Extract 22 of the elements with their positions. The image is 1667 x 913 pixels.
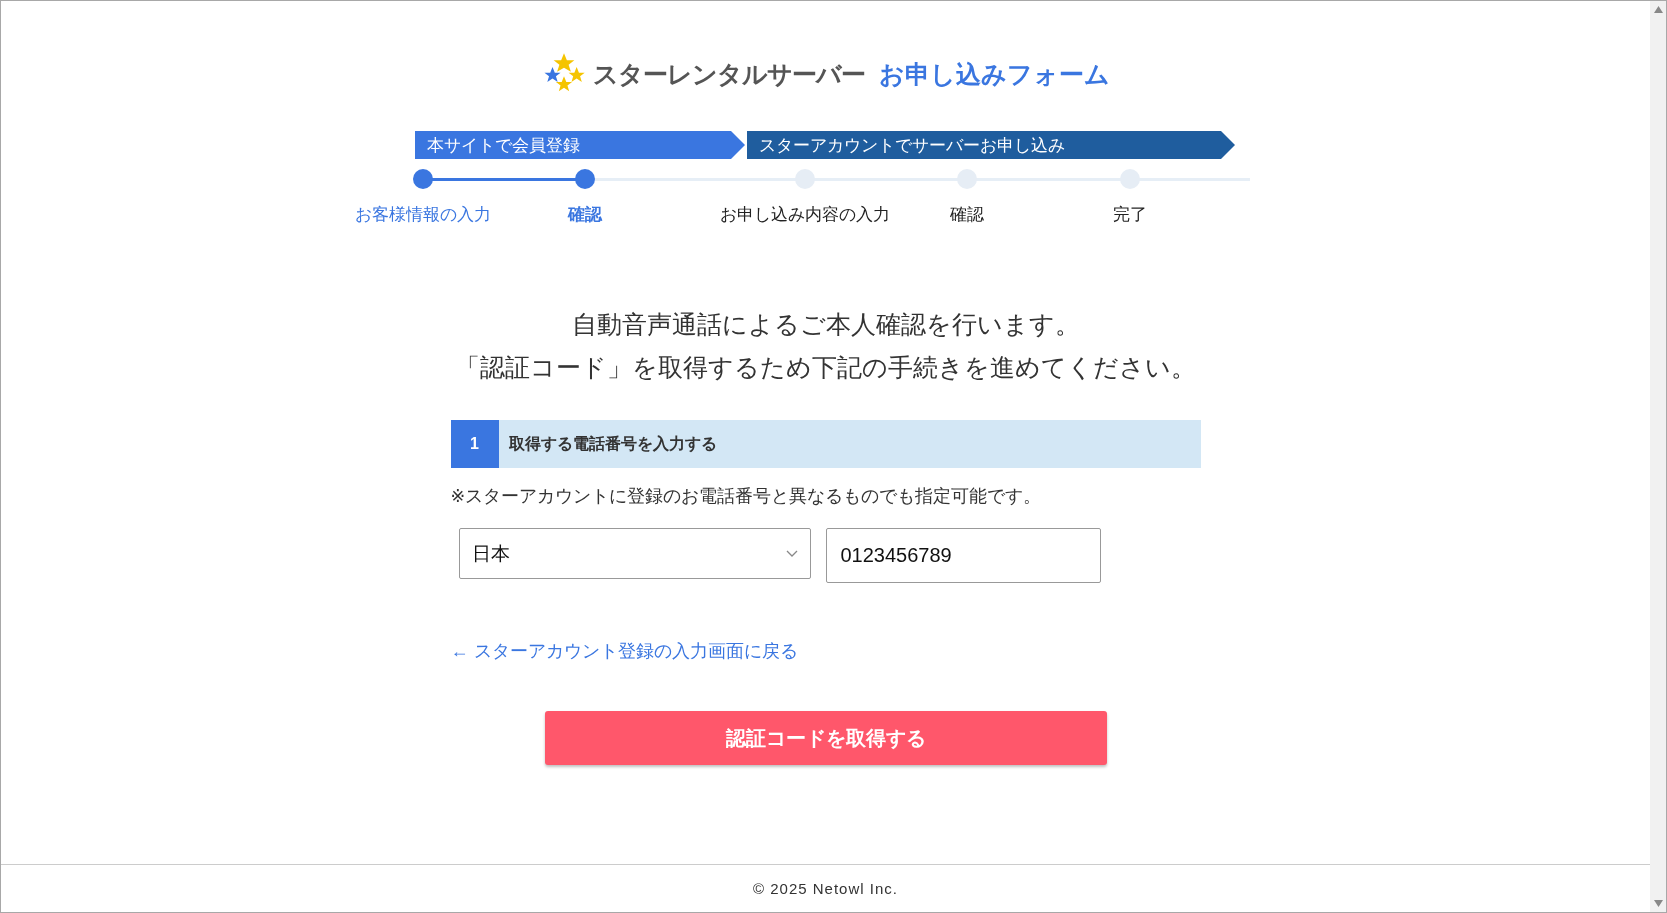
section-number: 1 xyxy=(450,420,499,468)
logo-brand: スターレンタルサーバー xyxy=(593,58,865,90)
step-label: お申し込み内容の入力 xyxy=(719,204,890,226)
section-title: 取得する電話番号を入力する xyxy=(508,433,717,454)
phone-input-field[interactable]: 0123456789 xyxy=(825,528,1101,583)
step-label: 完了 xyxy=(1112,204,1147,226)
chevron-down-icon xyxy=(785,549,798,558)
note-text: ※スターアカウントに登録のお電話番号と異なるものでも指定可能です。 xyxy=(450,485,1043,508)
intro-text: 自動音声通話によるご本人確認を行います。 xyxy=(571,309,1080,340)
copyright-text: © 2025 Netowl Inc. xyxy=(753,880,898,897)
back-link[interactable]: ← スターアカウント登録の入力画面に戻る xyxy=(450,639,798,663)
scrollbar[interactable] xyxy=(1650,1,1666,912)
scroll-up-icon[interactable] xyxy=(1653,6,1663,13)
form-title: お申し込みフォーム xyxy=(879,58,1110,90)
step-label: 確認 xyxy=(567,204,602,226)
step-label: お客様情報の入力 xyxy=(354,204,491,226)
phase-banner: スターアカウントでサーバーお申し込み xyxy=(746,131,1235,159)
scroll-down-icon[interactable] xyxy=(1653,900,1663,907)
phase-banner: 本サイトで会員登録 xyxy=(414,131,745,159)
step-label: 確認 xyxy=(949,204,984,226)
intro-text: 「認証コード」を取得するため下記の手続きを進めてください。 xyxy=(455,352,1196,383)
country-select[interactable]: 日本 xyxy=(458,528,811,579)
